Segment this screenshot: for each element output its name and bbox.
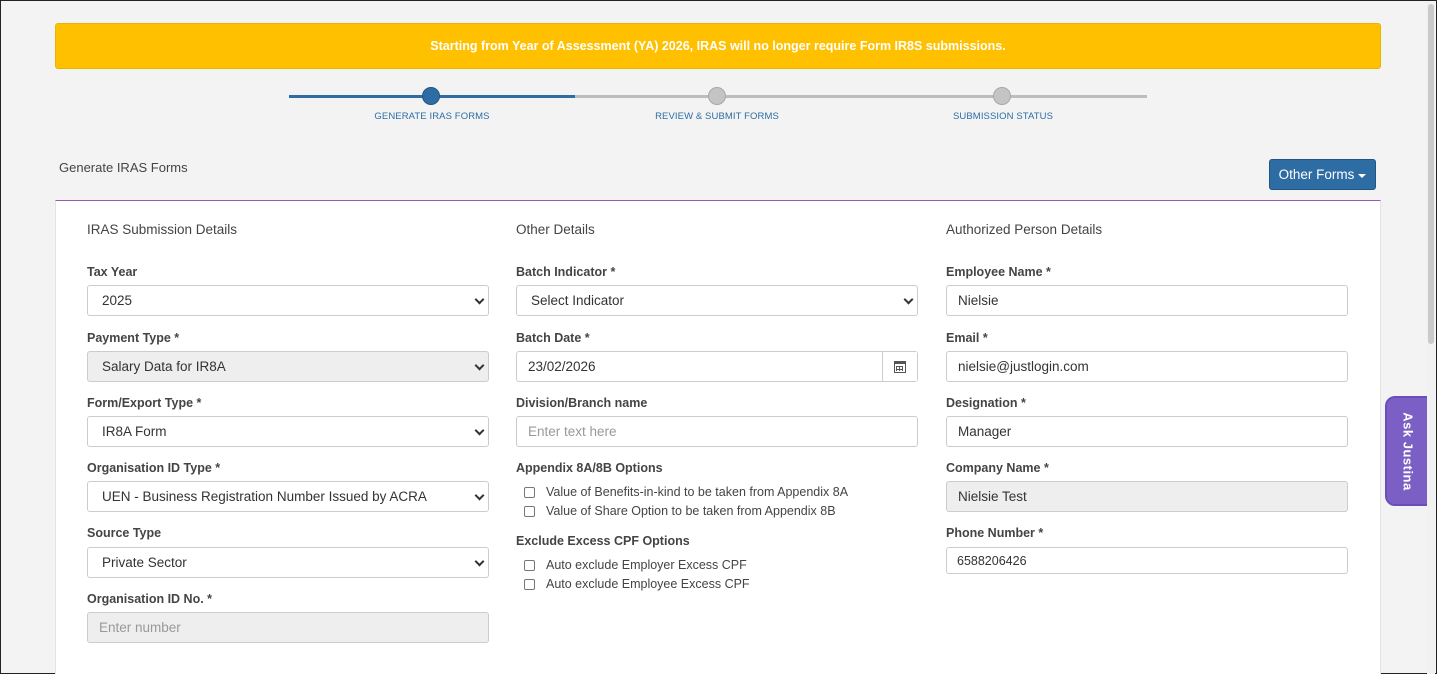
batch-date-label: Batch Date * [516, 331, 590, 345]
org-id-type-label: Organisation ID Type * [87, 461, 221, 475]
payment-type-select[interactable]: Salary Data for IR8A [87, 351, 489, 382]
ask-justina-label: Ask Justina [1400, 411, 1416, 491]
employee-cpf-option[interactable]: Auto exclude Employee Excess CPF [524, 577, 750, 591]
org-id-no-label: Organisation ID No. * [87, 592, 213, 606]
batch-indicator-value: Select Indicator [531, 293, 625, 308]
source-type-value: Private Sector [102, 555, 187, 570]
email-label: Email * [946, 331, 988, 345]
form-export-type-value: IR8A Form [102, 424, 167, 439]
org-id-no-input[interactable]: Enter number [87, 612, 489, 643]
step-2-label: REVIEW & SUBMIT FORMS [655, 111, 779, 122]
employer-cpf-label: Auto exclude Employer Excess CPF [546, 558, 747, 572]
chevron-down-icon [474, 425, 485, 436]
chevron-down-icon [474, 490, 485, 501]
appendix-8b-label: Value of Share Option to be taken from A… [546, 504, 836, 518]
app-window: Starting from Year of Assessment (YA) 20… [0, 0, 1437, 674]
employer-cpf-checkbox[interactable] [524, 559, 535, 571]
org-id-type-value: UEN - Business Registration Number Issue… [102, 489, 427, 504]
section-title: Authorized Person Details [946, 222, 1103, 237]
designation-label: Designation * [946, 396, 1026, 410]
step-3-label: SUBMISSION STATUS [952, 111, 1054, 122]
appendix-8b-option[interactable]: Value of Share Option to be taken from A… [524, 504, 836, 518]
stepper-remaining-line [575, 95, 1147, 98]
tax-year-select[interactable]: 2025 [87, 285, 489, 316]
notice-banner: Starting from Year of Assessment (YA) 20… [55, 23, 1381, 69]
ask-justina-button[interactable]: Ask Justina [1385, 396, 1431, 506]
chevron-down-icon [474, 294, 485, 305]
email-input[interactable]: nielsie@justlogin.com [946, 351, 1348, 382]
batch-date-value: 23/02/2026 [528, 359, 596, 374]
payment-type-value: Salary Data for IR8A [102, 359, 226, 374]
scrollbar-thumb[interactable] [1428, 4, 1434, 344]
tax-year-label: Tax Year [87, 265, 138, 279]
source-type-label: Source Type [87, 526, 162, 540]
tax-year-value: 2025 [102, 293, 133, 308]
appendix-8a-option[interactable]: Value of Benefits-in-kind to be taken fr… [524, 485, 848, 499]
phone-number-input[interactable]: 6588206426 [946, 547, 1348, 574]
chevron-down-icon [474, 556, 485, 567]
progress-stepper: GENERATE IRAS FORMS REVIEW & SUBMIT FORM… [289, 85, 1147, 125]
step-1-label: GENERATE IRAS FORMS [374, 111, 490, 122]
section-title: IRAS Submission Details [87, 222, 238, 237]
other-forms-label: Other Forms [1278, 167, 1355, 182]
other-forms-button[interactable]: Other Forms [1269, 159, 1376, 190]
designation-input[interactable]: Manager [946, 416, 1348, 447]
employer-cpf-option[interactable]: Auto exclude Employer Excess CPF [524, 558, 747, 572]
appendix-8a-label: Value of Benefits-in-kind to be taken fr… [546, 485, 849, 499]
appendix-8a-checkbox[interactable] [524, 486, 535, 498]
form-export-type-select[interactable]: IR8A Form [87, 416, 489, 447]
chevron-down-icon [474, 360, 485, 371]
calendar-icon [894, 360, 906, 373]
source-type-select[interactable]: Private Sector [87, 547, 489, 578]
company-name-label: Company Name * [946, 461, 1049, 475]
division-label: Division/Branch name [516, 396, 648, 410]
step-2-dot[interactable] [708, 87, 726, 105]
appendix-options-label: Appendix 8A/8B Options [516, 461, 663, 475]
cpf-options-label: Exclude Excess CPF Options [516, 534, 690, 548]
employee-name-input[interactable]: Nielsie [946, 285, 1348, 316]
company-name-input[interactable]: Nielsie Test [946, 481, 1348, 512]
batch-indicator-select[interactable]: Select Indicator [516, 285, 918, 316]
page-title: Generate IRAS Forms [59, 160, 188, 175]
form-export-type-label: Form/Export Type * [87, 396, 202, 410]
batch-date-input[interactable]: 23/02/2026 [516, 351, 918, 382]
chevron-down-icon [903, 294, 914, 305]
caret-down-icon [1358, 173, 1367, 178]
batch-indicator-label: Batch Indicator * [516, 265, 616, 279]
step-3-dot[interactable] [993, 87, 1011, 105]
form-panel: IRAS Submission Details Tax Year 2025 Pa… [55, 200, 1381, 674]
payment-type-label: Payment Type * [87, 331, 180, 345]
vertical-scrollbar[interactable] [1427, 2, 1435, 674]
division-input[interactable]: Enter text here [516, 416, 918, 447]
section-title: Other Details [516, 222, 595, 237]
appendix-8b-checkbox[interactable] [524, 505, 535, 517]
employee-cpf-checkbox[interactable] [524, 578, 535, 590]
calendar-button[interactable] [882, 352, 917, 381]
org-id-type-select[interactable]: UEN - Business Registration Number Issue… [87, 481, 489, 512]
employee-cpf-label: Auto exclude Employee Excess CPF [546, 577, 750, 591]
step-1-dot[interactable] [422, 87, 440, 105]
phone-number-label: Phone Number * [946, 526, 1044, 540]
employee-name-label: Employee Name * [946, 265, 1051, 279]
